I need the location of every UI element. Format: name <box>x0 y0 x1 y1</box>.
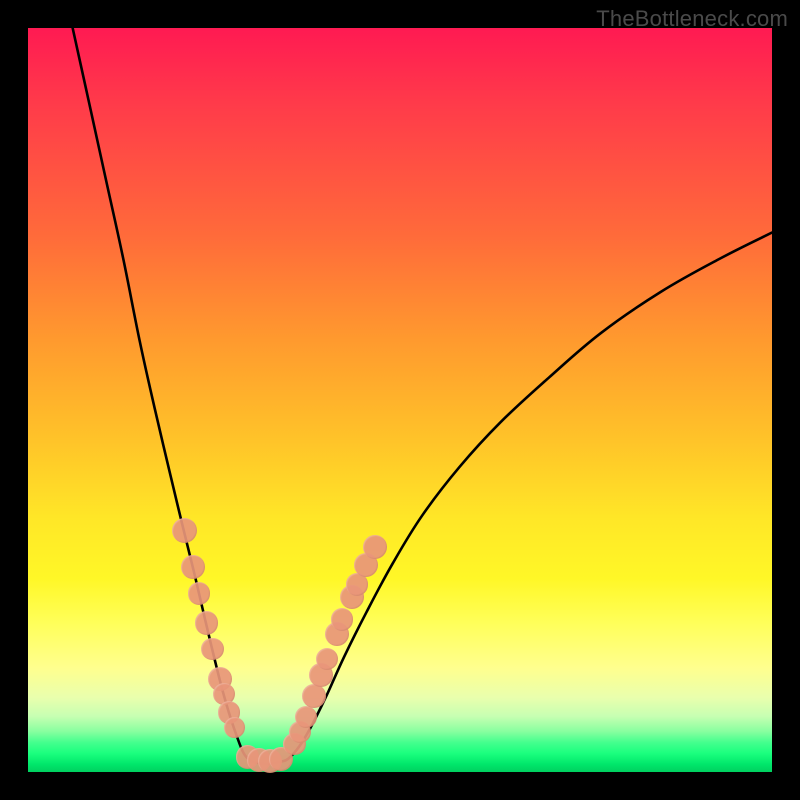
data-point-left <box>188 582 210 604</box>
watermark-text: TheBottleneck.com <box>596 6 788 32</box>
data-point-right <box>331 608 353 630</box>
bottleneck-curve <box>28 28 772 772</box>
data-point-left <box>224 717 245 738</box>
data-point-right <box>302 684 326 708</box>
chart-frame: TheBottleneck.com <box>0 0 800 800</box>
data-point-left <box>201 638 223 660</box>
data-point-left <box>172 518 197 543</box>
data-point-right <box>363 535 387 559</box>
plot-area <box>28 28 772 772</box>
